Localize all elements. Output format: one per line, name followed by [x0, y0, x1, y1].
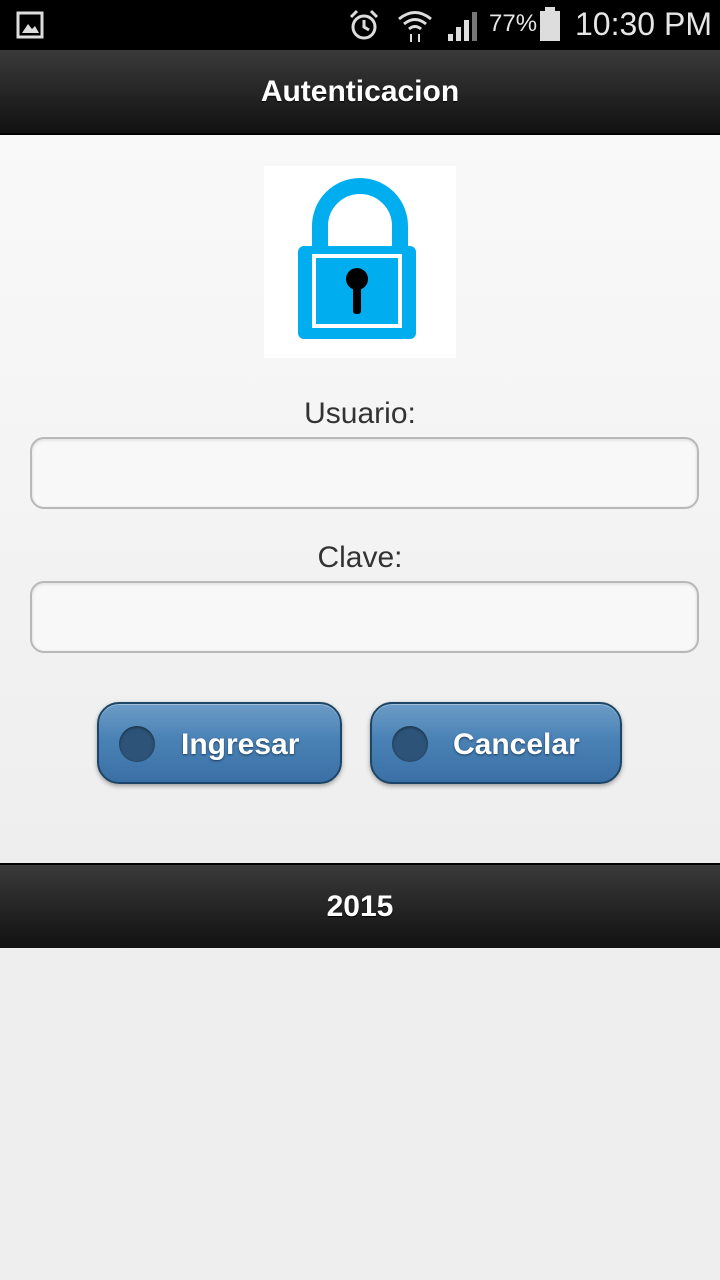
alarm-icon — [347, 8, 381, 47]
footer-year: 2015 — [326, 889, 394, 923]
gallery-icon — [16, 11, 44, 44]
cancel-button-label: Cancelar — [453, 728, 580, 761]
username-input[interactable] — [30, 437, 699, 509]
lock-icon — [298, 178, 416, 339]
wifi-icon — [396, 6, 434, 49]
password-label: Clave: — [317, 541, 403, 574]
login-button-label: Ingresar — [181, 728, 300, 761]
username-label: Usuario: — [304, 397, 416, 430]
button-circle-icon — [119, 726, 155, 762]
page-title: Autenticacion — [260, 74, 460, 108]
button-circle-icon — [392, 726, 428, 762]
signal-icon — [446, 10, 480, 47]
battery-icon — [538, 7, 562, 48]
login-form: Usuario: Clave: Ingresar Cancelar — [0, 135, 720, 863]
cancel-button[interactable]: Cancelar — [370, 702, 622, 784]
app-header: Autenticacion — [0, 50, 720, 135]
app-footer: 2015 — [0, 863, 720, 948]
status-bar: 77% 10:30 PM — [0, 0, 720, 50]
password-input[interactable] — [30, 581, 699, 653]
battery-percent: 77% — [489, 10, 538, 37]
lock-image — [264, 166, 456, 358]
clock: 10:30 PM — [575, 6, 712, 42]
login-button[interactable]: Ingresar — [97, 702, 342, 784]
